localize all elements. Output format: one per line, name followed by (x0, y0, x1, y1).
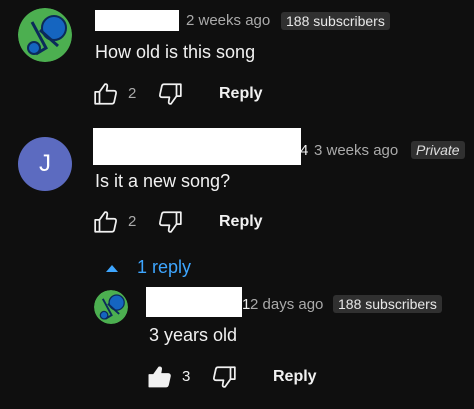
dislike-button[interactable] (211, 364, 237, 390)
thumbs-down-icon (158, 211, 182, 233)
like-count: 2 (128, 213, 137, 230)
avatar[interactable]: J (18, 137, 72, 191)
private-badge: Private (411, 141, 465, 159)
thumbs-down-icon (212, 366, 236, 388)
avatar-letter: J (39, 150, 51, 177)
comment-age[interactable]: 2 days ago (250, 296, 323, 313)
comment-age[interactable]: 3 weeks ago (314, 142, 398, 159)
comment-text: How old is this song (95, 42, 256, 62)
avatar[interactable] (18, 8, 72, 62)
like-button[interactable] (93, 81, 119, 107)
reply-button[interactable]: Reply (219, 213, 263, 231)
avatar[interactable] (94, 290, 128, 324)
author-name-redacted[interactable] (146, 287, 242, 317)
thumbs-up-icon (94, 211, 118, 233)
channel-avatar-icon (18, 8, 72, 62)
subscriber-badge: 188 subscribers (281, 12, 390, 30)
thumbs-up-filled-icon (148, 366, 171, 388)
like-button[interactable] (93, 209, 119, 235)
dislike-button[interactable] (157, 81, 183, 107)
like-count: 3 (182, 368, 191, 385)
author-name-fragment: 4 (300, 142, 309, 159)
replies-toggle[interactable]: 1 reply (105, 257, 191, 278)
author-name-redacted[interactable] (93, 128, 301, 165)
subscriber-badge: 188 subscribers (333, 295, 442, 313)
caret-up-icon (106, 264, 118, 272)
reply-button[interactable]: Reply (219, 85, 263, 103)
dislike-button[interactable] (157, 209, 183, 235)
comment-text: 3 years old (149, 325, 238, 345)
like-count: 2 (128, 85, 137, 102)
channel-avatar-icon (94, 290, 128, 324)
like-button[interactable] (147, 364, 173, 390)
replies-toggle-label: 1 reply (137, 257, 192, 277)
comment-text: Is it a new song? (95, 171, 231, 191)
reply-button[interactable]: Reply (273, 368, 317, 386)
thumbs-up-icon (94, 83, 118, 105)
author-name-redacted[interactable] (95, 10, 179, 31)
comment-age[interactable]: 2 weeks ago (186, 12, 270, 29)
thumbs-down-icon (158, 83, 182, 105)
